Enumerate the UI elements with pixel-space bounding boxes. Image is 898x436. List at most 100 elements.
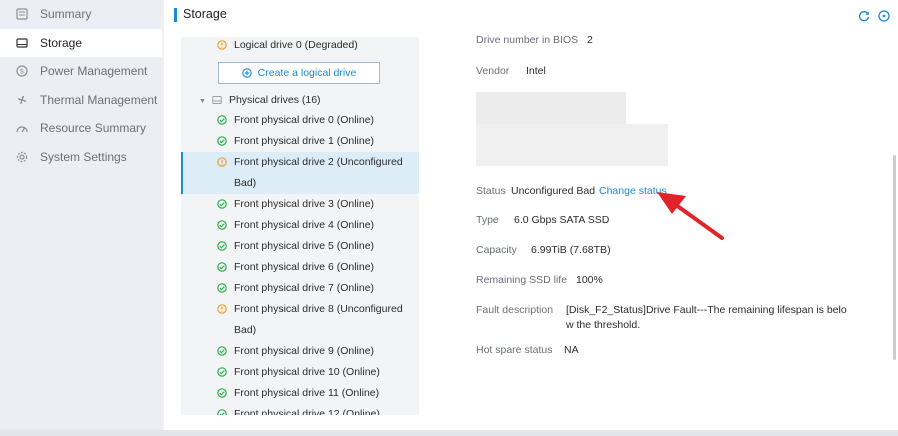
tree-item-physical-drive[interactable]: Front physical drive 6 (Online) xyxy=(181,257,419,278)
tree-item-physical-drive[interactable]: Front physical drive 5 (Online) xyxy=(181,236,419,257)
page-header: Storage xyxy=(164,0,898,30)
tree-item-label-line2: Bad) xyxy=(234,324,257,336)
sidebar-item-label: Power Management xyxy=(40,64,148,78)
sidebar-item-summary[interactable]: Summary xyxy=(0,0,162,28)
collapse-caret-icon[interactable]: ▼ xyxy=(199,91,206,112)
sidebar-item-power-management[interactable]: $ Power Management xyxy=(0,57,162,85)
tree-item-logical-drive[interactable]: Logical drive 0 (Degraded) xyxy=(181,37,419,56)
change-status-link[interactable]: Change status xyxy=(599,185,667,197)
sidebar-item-storage[interactable]: Storage xyxy=(0,29,162,57)
bios-value: 2 xyxy=(587,34,593,46)
sidebar-item-thermal-management[interactable]: Thermal Management xyxy=(0,86,162,114)
tree-item-label: Front physical drive 5 (Online) xyxy=(234,240,375,252)
tree-item-label: Front physical drive 4 (Online) xyxy=(234,219,375,231)
tree-item-label-line2: Bad) xyxy=(234,177,257,189)
tree-item-physical-drive[interactable]: Front physical drive 9 (Online) xyxy=(181,341,419,362)
power-icon: $ xyxy=(16,65,28,77)
bottom-status-strip xyxy=(0,430,898,436)
sidebar-item-label: Resource Summary xyxy=(40,121,147,135)
tree-item-label: Front physical drive 10 (Online) xyxy=(234,366,380,378)
tree-item-label: Front physical drive 2 (Unconfigured Bad) xyxy=(234,152,403,194)
create-logical-drive-label: Create a logical drive xyxy=(257,67,357,79)
drive-group-icon xyxy=(212,96,222,104)
sidebar-item-resource-summary[interactable]: Resource Summary xyxy=(0,114,162,142)
storage-icon xyxy=(16,37,28,49)
fault-description-line2: w the threshold. xyxy=(566,319,641,331)
bios-label: Drive number in BIOS xyxy=(476,34,579,46)
hot-spare-label: Hot spare status xyxy=(476,344,553,356)
tree-item-label: Front physical drive 6 (Online) xyxy=(234,261,375,273)
summary-icon xyxy=(16,8,28,20)
fault-description-label: Fault description xyxy=(476,304,554,316)
storage-tree: Logical drive 0 (Degraded) Create a logi… xyxy=(181,37,419,415)
check-circle-icon xyxy=(217,199,227,209)
create-logical-drive-button[interactable]: Create a logical drive xyxy=(218,62,380,84)
sidebar-item-label: System Settings xyxy=(40,150,127,164)
tree-item-physical-drive[interactable]: Front physical drive 12 (Online) xyxy=(181,404,419,415)
tree-item-label-line1: Front physical drive 8 (Unconfigured xyxy=(234,303,403,315)
type-label: Type xyxy=(476,214,499,226)
help-icon[interactable] xyxy=(878,10,890,22)
tree-item-label: Front physical drive 12 (Online) xyxy=(234,408,380,415)
warning-icon xyxy=(217,40,227,50)
sidebar-item-label: Storage xyxy=(40,36,83,50)
add-icon xyxy=(241,68,252,78)
tree-item-physical-drive[interactable]: Front physical drive 10 (Online) xyxy=(181,362,419,383)
check-circle-icon xyxy=(217,115,227,125)
sidebar-item-system-settings[interactable]: System Settings xyxy=(0,143,162,171)
fault-description-line1: [Disk_F2_Status]Drive Fault---The remain… xyxy=(566,304,847,316)
vendor-label: Vendor xyxy=(476,65,510,77)
tree-item-physical-drives[interactable]: ▼ Physical drives (16) xyxy=(181,90,419,112)
capacity-value: 6.99TiB (7.68TB) xyxy=(531,244,611,256)
fan-icon xyxy=(16,94,28,106)
tree-item-label: Front physical drive 3 (Online) xyxy=(234,198,375,210)
sidebar-item-label: Thermal Management xyxy=(40,93,158,107)
svg-text:$: $ xyxy=(20,68,24,76)
drive-detail-panel: Drive number in BIOS 2 Vendor Intel Stat… xyxy=(434,30,886,420)
title-accent xyxy=(174,8,177,22)
page-title: Storage xyxy=(183,7,227,21)
main-panel: Storage Logical drive 0 (Degraded) Creat… xyxy=(164,0,898,430)
capacity-label: Capacity xyxy=(476,244,517,256)
tree-item-label: Front physical drive 1 (Online) xyxy=(234,135,375,147)
tree-item-physical-drive[interactable]: Front physical drive 4 (Online) xyxy=(181,215,419,236)
warning-icon xyxy=(217,304,227,314)
tree-item-label: Front physical drive 9 (Online) xyxy=(234,345,375,357)
tree-item-physical-drive[interactable]: Front physical drive 8 (Unconfigured Bad) xyxy=(181,299,419,341)
remaining-life-label: Remaining SSD life xyxy=(476,274,568,286)
tree-item-label: Front physical drive 8 (Unconfigured Bad) xyxy=(234,299,403,341)
tree-item-physical-drive[interactable]: Front physical drive 1 (Online) xyxy=(181,131,419,152)
tree-item-physical-drive[interactable]: Front physical drive 7 (Online) xyxy=(181,278,419,299)
tree-item-label: Front physical drive 0 (Online) xyxy=(234,114,375,126)
check-circle-icon xyxy=(217,388,227,398)
tree-item-physical-drive[interactable]: Front physical drive 2 (Unconfigured Bad) xyxy=(181,152,419,194)
redacted-region xyxy=(476,124,668,166)
gear-icon xyxy=(16,151,28,163)
tree-item-label: Front physical drive 11 (Online) xyxy=(234,387,380,399)
tree-item-label: Physical drives (16) xyxy=(228,94,321,106)
sidebar: Summary Storage $ Power Management Therm… xyxy=(0,0,162,430)
check-circle-icon xyxy=(217,220,227,230)
check-circle-icon xyxy=(217,367,227,377)
check-circle-icon xyxy=(217,241,227,251)
tree-item-physical-drive[interactable]: Front physical drive 0 (Online) xyxy=(181,110,419,131)
check-circle-icon xyxy=(217,136,227,146)
status-label: Status xyxy=(476,185,506,197)
check-circle-icon xyxy=(217,346,227,356)
detail-scrollbar[interactable] xyxy=(893,155,896,360)
tree-item-label-line1: Front physical drive 2 (Unconfigured xyxy=(234,156,403,168)
refresh-icon[interactable] xyxy=(858,10,870,22)
tree-item-label: Logical drive 0 (Degraded) xyxy=(234,39,358,51)
tree-item-label: Front physical drive 7 (Online) xyxy=(234,282,375,294)
status-value: Unconfigured Bad xyxy=(511,185,596,197)
tree-item-physical-drive[interactable]: Front physical drive 11 (Online) xyxy=(181,383,419,404)
check-circle-icon xyxy=(217,262,227,272)
vendor-value: Intel xyxy=(526,65,546,77)
tree-item-physical-drive[interactable]: Front physical drive 3 (Online) xyxy=(181,194,419,215)
remaining-life-value: 100% xyxy=(576,274,603,286)
sidebar-item-label: Summary xyxy=(40,7,92,21)
warning-icon xyxy=(217,157,227,167)
check-circle-icon xyxy=(217,409,227,415)
hot-spare-value: NA xyxy=(564,344,579,356)
check-circle-icon xyxy=(217,283,227,293)
